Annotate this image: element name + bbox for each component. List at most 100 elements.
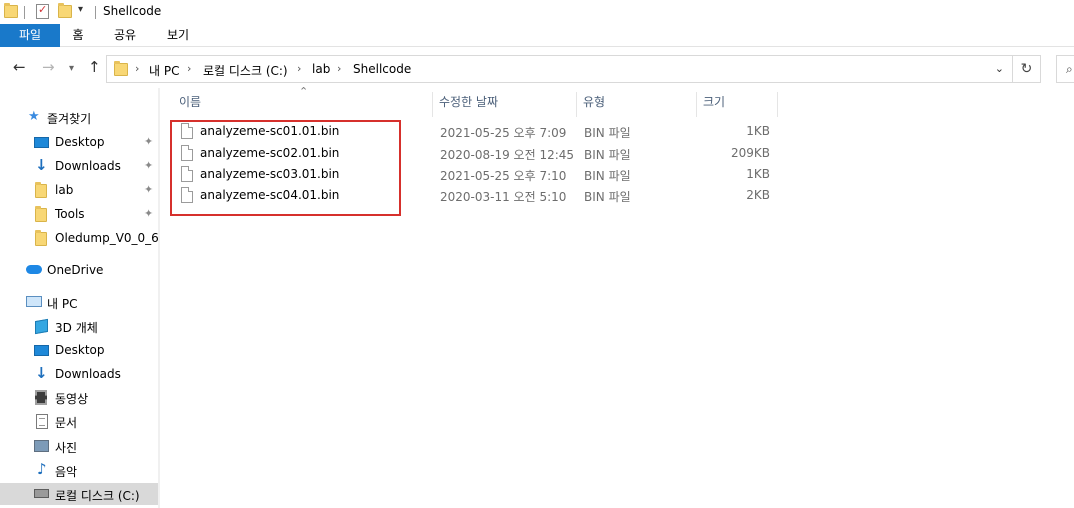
file-size: 1KB (746, 124, 770, 138)
file-date: 2021-05-25 오후 7:09 (440, 126, 567, 140)
column-header-size[interactable]: 크기 (697, 92, 778, 117)
pc-icon (26, 296, 42, 307)
folder-icon (35, 206, 47, 222)
file-type: BIN 파일 (584, 126, 631, 140)
sidebar-item-tools[interactable]: Tools ✦ (0, 203, 158, 225)
file-type: BIN 파일 (584, 148, 631, 162)
file-type: BIN 파일 (584, 169, 631, 183)
ribbon-tabs: 파일 홈 공유 보기 (0, 24, 1074, 47)
sidebar-item-label: Tools (55, 207, 85, 221)
sidebar-item-downloads-pinned[interactable]: ↓ Downloads ✦ (0, 155, 158, 177)
recent-locations-chevron-icon[interactable]: ▾ (69, 61, 74, 77)
tab-home[interactable]: 홈 (62, 24, 94, 47)
sidebar-item-music[interactable]: ♪ 음악 (0, 459, 158, 481)
download-icon: ↓ (35, 156, 48, 174)
sidebar-item-label: 내 PC (47, 297, 78, 311)
folder-icon (114, 61, 128, 76)
separator (24, 6, 25, 19)
sidebar-item-label: 사진 (55, 441, 78, 455)
sidebar-item-label: 음악 (55, 465, 78, 479)
up-arrow-icon[interactable]: ↑ (88, 59, 101, 75)
sidebar-item-this-pc[interactable]: 내 PC (0, 291, 158, 313)
sidebar-item-onedrive[interactable]: OneDrive (0, 259, 158, 281)
forward-arrow-icon[interactable]: → (42, 59, 55, 75)
sidebar-item-desktop-pinned[interactable]: Desktop ✦ (0, 131, 158, 153)
sidebar-item-label: OneDrive (47, 263, 104, 277)
breadcrumb-separator-icon[interactable]: › (297, 62, 301, 75)
title-bar: ▾ Shellcode (0, 0, 1074, 24)
new-folder-icon[interactable] (58, 3, 72, 18)
sidebar-item-videos[interactable]: 동영상 (0, 386, 158, 408)
breadcrumb-shellcode[interactable]: Shellcode (353, 62, 411, 76)
sidebar-item-documents[interactable]: 문서 (0, 410, 158, 432)
file-type: BIN 파일 (584, 190, 631, 204)
highlight-annotation-box (170, 120, 401, 216)
pin-icon[interactable]: ✦ (144, 135, 153, 148)
customize-toolbar-dropdown-icon[interactable]: ▾ (78, 4, 83, 15)
sidebar-item-label: Oledump_V0_0_60 (55, 231, 158, 245)
column-header-name[interactable]: 이름 (173, 92, 433, 117)
sidebar-item-label: 3D 개체 (55, 321, 98, 335)
desktop-icon (34, 137, 49, 148)
sidebar-item-label: Downloads (55, 159, 121, 173)
breadcrumb-lab[interactable]: lab (312, 62, 330, 76)
sidebar-item-label: 문서 (55, 416, 78, 430)
sidebar-item-quick-access[interactable]: ★ 즐겨찾기 (0, 106, 158, 128)
back-arrow-icon[interactable]: ← (13, 59, 26, 75)
cube-icon (35, 318, 48, 335)
file-size: 1KB (746, 167, 770, 181)
sidebar-item-pictures[interactable]: 사진 (0, 435, 158, 457)
sidebar-item-oledump[interactable]: Oledump_V0_0_60 (0, 227, 158, 249)
file-size: 2KB (746, 188, 770, 202)
properties-icon[interactable] (36, 3, 49, 19)
sidebar-item-downloads[interactable]: ↓ Downloads (0, 363, 158, 385)
window-title: Shellcode (103, 4, 162, 18)
file-date: 2020-03-11 오전 5:10 (440, 190, 567, 204)
search-icon: ⌕ (1066, 62, 1073, 76)
column-header-date[interactable]: 수정한 날짜 (433, 92, 577, 117)
file-date: 2020-08-19 오전 12:45 (440, 148, 575, 162)
breadcrumb-local-disk[interactable]: 로컬 디스크 (C:) (203, 62, 288, 79)
separator (95, 6, 96, 19)
breadcrumb-separator-icon[interactable]: › (135, 62, 139, 75)
star-icon: ★ (28, 109, 40, 124)
pin-icon[interactable]: ✦ (144, 183, 153, 196)
file-date: 2021-05-25 오후 7:10 (440, 169, 567, 183)
sidebar-item-3d-objects[interactable]: 3D 개체 (0, 315, 158, 337)
sidebar-item-lab[interactable]: lab ✦ (0, 179, 158, 201)
breadcrumb-separator-icon[interactable]: › (337, 62, 341, 75)
search-box[interactable]: ⌕ (1056, 55, 1074, 83)
sidebar-item-label: 로컬 디스크 (C:) (55, 489, 140, 503)
sidebar-item-local-disk[interactable]: 로컬 디스크 (C:) (0, 483, 158, 505)
folder-icon[interactable] (4, 3, 18, 18)
pin-icon[interactable]: ✦ (144, 159, 153, 172)
folder-icon (35, 182, 47, 198)
pin-icon[interactable]: ✦ (144, 207, 153, 220)
download-icon: ↓ (35, 364, 48, 382)
sidebar-item-desktop[interactable]: Desktop (0, 339, 158, 361)
desktop-icon (34, 345, 49, 356)
navigation-pane: ★ 즐겨찾기 Desktop ✦ ↓ Downloads ✦ lab ✦ Too… (0, 88, 160, 508)
sidebar-item-label: Downloads (55, 367, 121, 381)
sidebar-item-label: Desktop (55, 343, 105, 357)
folder-icon (35, 230, 47, 246)
sidebar-item-label: Desktop (55, 135, 105, 149)
sidebar-item-label: lab (55, 183, 74, 197)
breadcrumb-separator-icon[interactable]: › (187, 62, 191, 75)
navigation-bar: ← → ▾ ↑ › 내 PC › 로컬 디스크 (C:) › lab › She… (0, 48, 1074, 88)
tab-view[interactable]: 보기 (160, 24, 196, 47)
sidebar-item-label: 동영상 (55, 392, 89, 406)
photo-icon (34, 440, 49, 452)
column-header-type[interactable]: 유형 (577, 92, 697, 117)
music-icon: ♪ (37, 460, 47, 478)
tab-file[interactable]: 파일 (0, 24, 60, 47)
file-size: 209KB (730, 146, 770, 160)
address-history-dropdown-icon[interactable]: ⌄ (995, 62, 1004, 75)
tab-share[interactable]: 공유 (106, 24, 144, 47)
file-list: ⌃ 이름 수정한 날짜 유형 크기 analyzeme-sc01.01.bin … (160, 85, 1074, 508)
address-bar[interactable]: › 내 PC › 로컬 디스크 (C:) › lab › Shellcode ⌄ (106, 55, 1013, 83)
cloud-icon (26, 265, 42, 274)
drive-icon (34, 489, 49, 498)
breadcrumb-my-pc[interactable]: 내 PC (149, 62, 179, 79)
refresh-icon[interactable]: ↻ (1013, 55, 1041, 83)
